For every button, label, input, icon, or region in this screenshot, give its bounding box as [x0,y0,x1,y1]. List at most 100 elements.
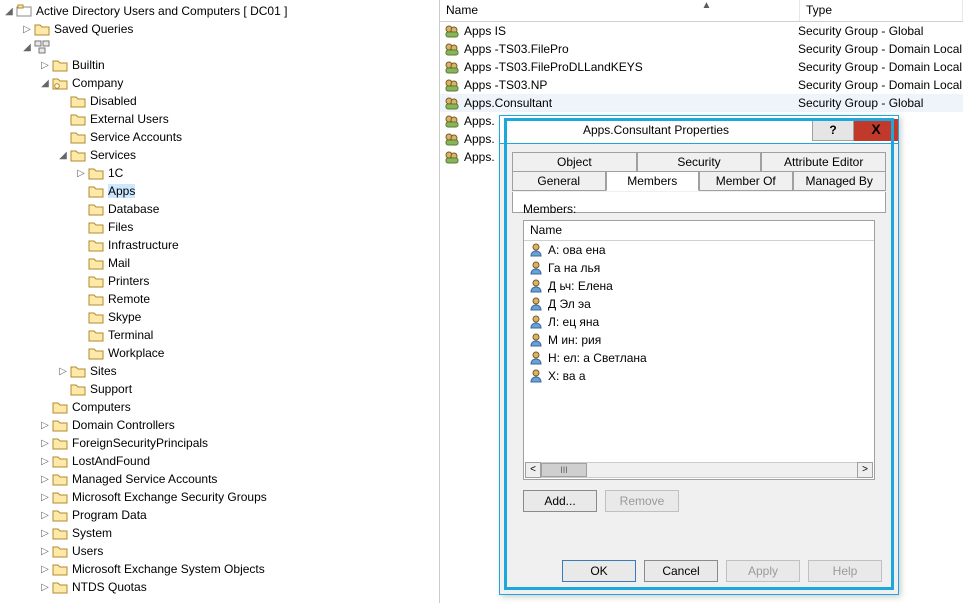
expander-icon[interactable]: ▷ [38,564,52,575]
tree-domain-root[interactable]: ◢ [2,38,439,56]
expander-icon[interactable]: ▷ [38,474,52,485]
tree-sites[interactable]: ▷Sites [2,362,439,380]
expander-icon[interactable]: ◢ [38,78,52,89]
cancel-button[interactable]: Cancel [644,560,718,582]
tree-label: Microsoft Exchange Security Groups [72,490,267,504]
tree-disabled[interactable]: ·Disabled [2,92,439,110]
member-row[interactable]: М ин: рия [524,331,874,349]
expander-icon[interactable]: ◢ [56,150,70,161]
tree-msa[interactable]: ▷Managed Service Accounts [2,470,439,488]
tree-support[interactable]: ·Support [2,380,439,398]
tree-apps[interactable]: ·Apps [2,182,439,200]
tree-mesg[interactable]: ▷ Microsoft Exchange Security Groups [2,488,439,506]
tree-label: Computers [72,400,131,414]
expander-icon[interactable]: ▷ [38,492,52,503]
tree-skype[interactable]: ·Skype [2,308,439,326]
folder-icon [52,544,68,558]
tree-workplace[interactable]: ·Workplace [2,344,439,362]
tree-system[interactable]: ▷System [2,524,439,542]
tab-security[interactable]: Security [637,152,762,172]
list-row[interactable]: Apps -TS03.FilePro Security Group - Domai… [440,40,963,58]
tree-database[interactable]: ·Database [2,200,439,218]
expander-icon[interactable]: ▷ [38,456,52,467]
apply-button[interactable]: Apply [726,560,800,582]
tree-builtin[interactable]: ▷ Builtin [2,56,439,74]
folder-icon [52,508,68,522]
tree-fsp[interactable]: ▷ForeignSecurityPrincipals [2,434,439,452]
member-row[interactable]: А: ова ена [524,241,874,259]
list-row[interactable]: Apps -TS03.NPSecurity Group - Domain Loc… [440,76,963,94]
expander-icon[interactable]: ▷ [38,582,52,593]
tree-remote[interactable]: ·Remote [2,290,439,308]
list-row[interactable]: Apps -TS03.FileProDLLandKEYSSecurity Gro… [440,58,963,76]
tree-meso[interactable]: ▷Microsoft Exchange System Objects [2,560,439,578]
tree-laf[interactable]: ▷LostAndFound [2,452,439,470]
remove-button[interactable]: Remove [605,490,679,512]
scroll-thumb[interactable]: III [541,463,587,477]
expander-icon[interactable]: ◢ [2,6,16,17]
dialog-help-button[interactable]: ? [812,119,854,141]
scroll-track[interactable]: III [541,462,857,478]
member-row[interactable]: Д ьч: Елена [524,277,874,295]
member-row[interactable]: Л: ец яна [524,313,874,331]
tree-infrastructure[interactable]: ·Infrastructure [2,236,439,254]
dialog-close-button[interactable]: X [854,119,898,141]
list-cell-type: Security Group - Domain Local [798,42,963,56]
tab-members[interactable]: Members [606,171,700,191]
folder-icon [52,526,68,540]
expander-icon[interactable]: ▷ [38,510,52,521]
tree-saved-queries[interactable]: ▷ Saved Queries [2,20,439,38]
tree-label: External Users [90,112,169,126]
expander-icon[interactable]: ◢ [20,42,34,53]
expander-icon[interactable]: ▷ [20,24,34,35]
member-row[interactable]: Х: ва а [524,367,874,385]
list-row[interactable]: Apps ISSecurity Group - Global [440,22,963,40]
member-row[interactable]: Д Эл эа [524,295,874,313]
tab-general[interactable]: General [512,171,606,191]
list-cell-name: Apps -TS03.FilePro [464,42,569,56]
tree-services[interactable]: ◢Services [2,146,439,164]
expander-icon[interactable]: ▷ [38,60,52,71]
tree-printers[interactable]: ·Printers [2,272,439,290]
ok-button[interactable]: OK [562,560,636,582]
tree-service-accounts[interactable]: ·Service Accounts [2,128,439,146]
scroll-right-icon[interactable]: > [857,462,873,478]
tree-files[interactable]: ·Files [2,218,439,236]
tree-company[interactable]: ◢ Company [2,74,439,92]
expander-icon[interactable]: ▷ [38,528,52,539]
expander-icon[interactable]: ▷ [74,168,88,179]
column-header-name[interactable]: Name [440,0,800,21]
tree-domain-controllers[interactable]: ▷Domain Controllers [2,416,439,434]
tab-managed-by[interactable]: Managed By [793,171,887,191]
members-list[interactable]: Name А: ова енаГа на льяД ьч: ЕленаД Эл … [523,220,875,480]
members-header-name[interactable]: Name [524,221,874,241]
add-button[interactable]: Add... [523,490,597,512]
list-row[interactable]: Apps.ConsultantSecurity Group - Global [440,94,963,112]
tab-attribute-editor[interactable]: Attribute Editor [761,152,886,172]
list-cell-type: Security Group - Domain Local [798,60,963,74]
ou-icon [52,76,68,90]
dialog-help-button[interactable]: Help [808,560,882,582]
tree-ntds[interactable]: ▷NTDS Quotas [2,578,439,596]
tree-program-data[interactable]: ▷Program Data [2,506,439,524]
tab-object[interactable]: Object [512,152,637,172]
scroll-left-icon[interactable]: < [525,462,541,478]
column-header-type[interactable]: Type [800,0,963,21]
tree-computers[interactable]: ·Computers [2,398,439,416]
member-row[interactable]: Н: ел: а Светлана [524,349,874,367]
member-name: Х: ва а [548,369,586,383]
tree-1c[interactable]: ▷1C [2,164,439,182]
member-row[interactable]: Га на лья [524,259,874,277]
tree-mail[interactable]: ·Mail [2,254,439,272]
tree-external-users[interactable]: ·External Users [2,110,439,128]
tree-terminal[interactable]: ·Terminal [2,326,439,344]
expander-icon[interactable]: ▷ [56,366,70,377]
expander-icon[interactable]: ▷ [38,546,52,557]
tree-root[interactable]: ◢ Active Directory Users and Computers [… [2,2,439,20]
expander-icon[interactable]: ▷ [38,438,52,449]
expander-icon[interactable]: ▷ [38,420,52,431]
dialog-titlebar[interactable]: Apps.Consultant Properties ? X [500,116,898,144]
tree-users[interactable]: ▷Users [2,542,439,560]
tab-member-of[interactable]: Member Of [699,171,793,191]
horizontal-scrollbar[interactable]: < III > [525,462,873,478]
